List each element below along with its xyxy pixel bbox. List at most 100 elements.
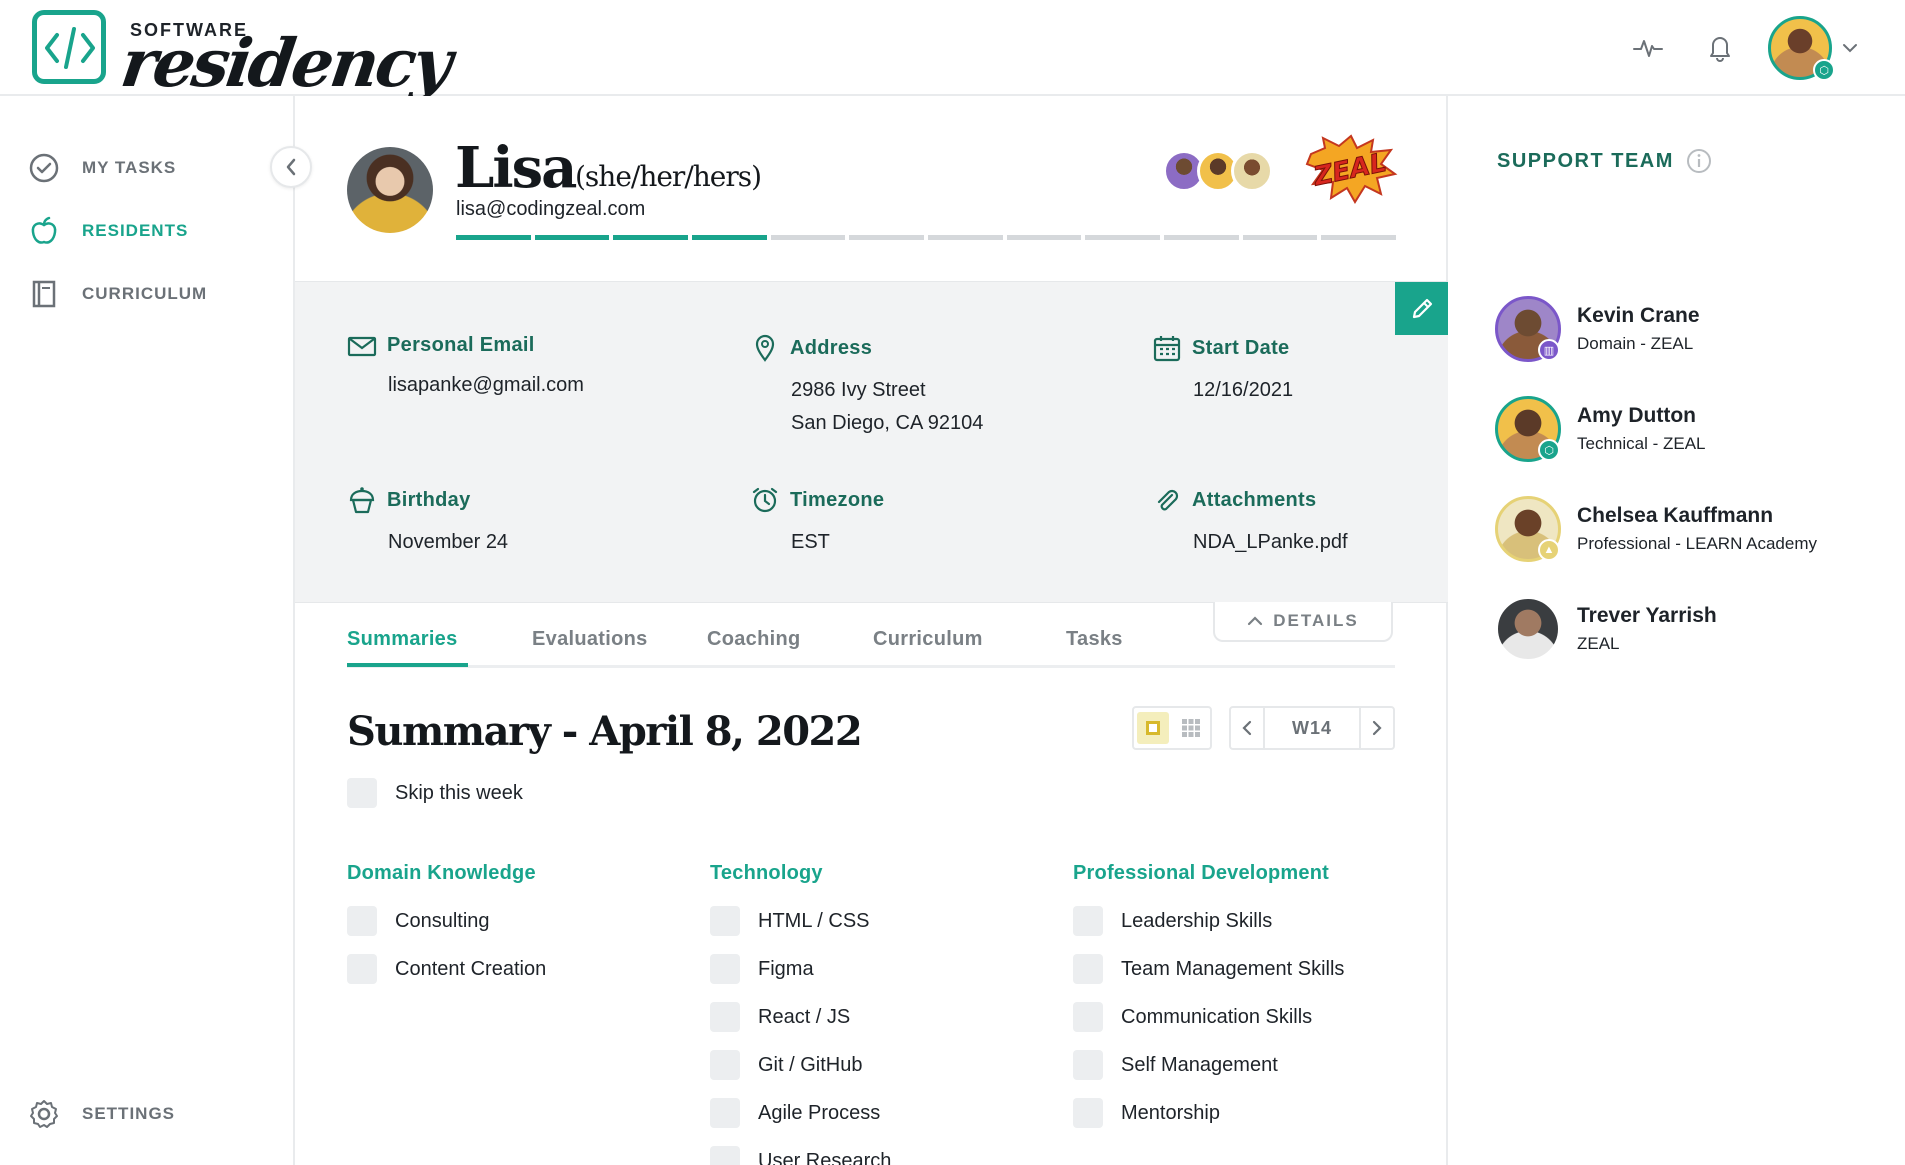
checklist-checkbox[interactable] — [710, 1098, 740, 1128]
sidebar-item-curriculum[interactable]: CURRICULUM — [28, 274, 207, 314]
apple-icon — [31, 216, 57, 244]
tab-coaching[interactable]: Coaching — [707, 628, 801, 651]
member-avatar: ⬡ — [1495, 396, 1561, 462]
activity-icon[interactable] — [1630, 30, 1666, 66]
bell-icon[interactable] — [1702, 30, 1738, 66]
code-brackets-icon — [32, 10, 106, 84]
support-team-member[interactable]: ▲ Chelsea Kauffmann Professional - LEARN A… — [1495, 496, 1895, 566]
checklist-checkbox[interactable] — [1073, 1050, 1103, 1080]
checklist-item-label: Figma — [758, 957, 814, 980]
paperclip-icon — [1157, 489, 1179, 511]
start-date-field: Start Date 12/16/2021 — [1152, 334, 1293, 407]
zeal-badge: ZEAL — [1303, 134, 1398, 206]
sidebar: MY TASKS RESIDENTS CURRICULUM SETTINGS — [0, 96, 295, 1165]
member-role: Domain - ZEAL — [1577, 334, 1694, 353]
info-icon[interactable] — [1686, 148, 1712, 174]
tab-tasks[interactable]: Tasks — [1066, 628, 1123, 651]
sidebar-item-label: CURRICULUM — [82, 284, 208, 303]
tab-curriculum[interactable]: Curriculum — [873, 628, 983, 651]
member-avatar: ▲ — [1495, 496, 1561, 562]
checklist-checkbox[interactable] — [710, 1050, 740, 1080]
software-residency-logo[interactable]: SOFTWARE residency — [30, 8, 454, 102]
pencil-icon — [1412, 298, 1432, 318]
checklist-checkbox[interactable] — [1073, 1002, 1103, 1032]
user-avatar[interactable]: ⬡ — [1768, 16, 1835, 81]
support-team-member[interactable]: ⬡ Amy Dutton Technical - ZEAL — [1495, 396, 1895, 466]
skip-week-option: Skip this week — [347, 778, 523, 808]
progress-segment — [1321, 235, 1397, 240]
checklist-checkbox[interactable] — [710, 1146, 740, 1165]
support-team-heading: SUPPORT TEAM — [1497, 148, 1712, 174]
member-role: Professional - LEARN Academy — [1577, 534, 1817, 553]
member-name: Kevin Crane — [1577, 304, 1700, 327]
logo-residency-text: residency — [116, 24, 455, 102]
checklist-item: Figma — [710, 945, 891, 993]
checklist-item-label: Self Management — [1121, 1053, 1278, 1076]
single-view-button[interactable] — [1137, 712, 1169, 744]
support-team-member[interactable]: Trever Yarrish ZEAL — [1495, 596, 1895, 666]
chevron-left-icon — [1242, 720, 1252, 736]
check-circle-icon — [29, 153, 59, 183]
active-tab-underline — [347, 663, 468, 667]
member-name: Chelsea Kauffmann — [1577, 504, 1774, 527]
book-icon: ▥ — [1538, 339, 1560, 361]
checklist-checkbox[interactable] — [710, 954, 740, 984]
book-icon — [32, 280, 56, 308]
cube-icon: ⬡ — [1813, 59, 1835, 81]
checklist-item-label: Git / GitHub — [758, 1053, 863, 1076]
details-toggle-button[interactable]: DETAILS — [1213, 602, 1393, 642]
support-team-member[interactable]: ▥ Kevin Crane Domain - ZEAL — [1495, 296, 1895, 366]
progress-bar — [456, 235, 1397, 240]
week-navigator: W14 — [1229, 706, 1395, 750]
column-title: Domain Knowledge — [347, 862, 536, 884]
checklist-item-label: Leadership Skills — [1121, 909, 1273, 932]
attachments-field: Attachments NDA_LPanke.pdf — [1152, 486, 1348, 559]
checklist-checkbox[interactable] — [1073, 954, 1103, 984]
address-label: Address — [790, 336, 873, 359]
timezone-value: EST — [791, 531, 830, 553]
progress-segment — [692, 235, 767, 240]
checklist-item: Mentorship — [1073, 1089, 1344, 1137]
birthday-label: Birthday — [387, 488, 471, 511]
checklist-checkbox[interactable] — [710, 1002, 740, 1032]
progress-segment — [456, 235, 531, 240]
checklist-item-label: HTML / CSS — [758, 909, 870, 932]
attachment-link[interactable]: NDA_LPanke.pdf — [1193, 526, 1348, 559]
member-avatar — [1495, 596, 1561, 662]
checklist-checkbox[interactable] — [1073, 1098, 1103, 1128]
address-field: Address 2986 Ivy Street San Diego, CA 92… — [750, 334, 983, 440]
envelope-icon — [347, 336, 377, 356]
checklist-checkbox[interactable] — [710, 906, 740, 936]
checklist-item: Self Management — [1073, 1041, 1344, 1089]
settings-label: SETTINGS — [82, 1104, 176, 1123]
map-pin-icon — [755, 334, 775, 362]
support-team-avatars[interactable] — [1163, 150, 1278, 194]
checklist-checkbox[interactable] — [347, 954, 377, 984]
next-week-button[interactable] — [1361, 708, 1393, 748]
skip-week-checkbox[interactable] — [347, 778, 377, 808]
resident-name: Lisa — [455, 135, 577, 201]
chevron-down-icon[interactable] — [1838, 30, 1862, 66]
grid-view-button[interactable] — [1175, 712, 1207, 744]
progress-segment — [1085, 235, 1161, 240]
checklist-item: User Research — [710, 1137, 891, 1165]
tab-summaries[interactable]: Summaries — [347, 628, 458, 651]
support-team-panel: SUPPORT TEAM ▥ Kevin Crane Domain - ZEAL ⬡ A… — [1450, 96, 1905, 1165]
tab-evaluations[interactable]: Evaluations — [532, 628, 648, 651]
sidebar-item-residents[interactable]: RESIDENTS — [28, 211, 188, 251]
collapse-sidebar-button[interactable] — [270, 146, 312, 188]
personal-email-field: Personal Email lisapanke@gmail.com — [347, 334, 584, 402]
chevron-right-icon — [1372, 720, 1382, 736]
previous-week-button[interactable] — [1231, 708, 1263, 748]
sidebar-item-my-tasks[interactable]: MY TASKS — [28, 148, 176, 188]
checklist-checkbox[interactable] — [1073, 906, 1103, 936]
sidebar-item-settings[interactable]: SETTINGS — [28, 1094, 175, 1134]
support-team-title: SUPPORT TEAM — [1497, 149, 1674, 172]
checklist-item-label: Consulting — [395, 909, 490, 932]
checklist-item-label: Mentorship — [1121, 1101, 1220, 1124]
member-name: Amy Dutton — [1577, 404, 1696, 427]
sidebar-item-label: MY TASKS — [82, 158, 177, 177]
resident-email[interactable]: lisa@codingzeal.com — [456, 198, 645, 221]
checklist-checkbox[interactable] — [347, 906, 377, 936]
edit-button[interactable] — [1395, 282, 1448, 335]
